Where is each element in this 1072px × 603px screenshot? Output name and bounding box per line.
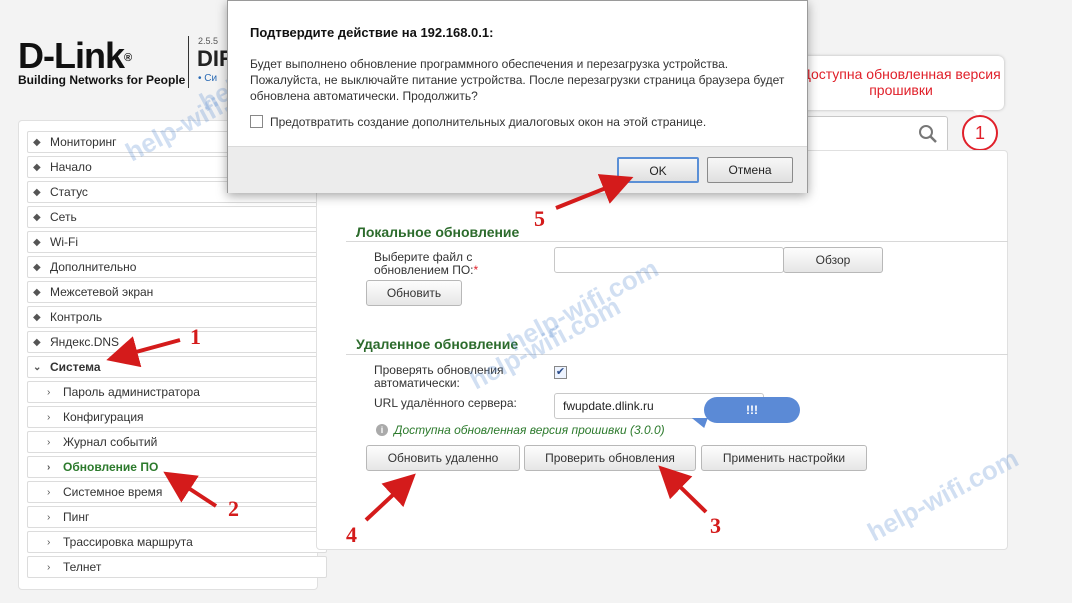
arrow-step-5 (555, 174, 634, 210)
step-4-label: 4 (346, 522, 357, 547)
arrow-step-4 (364, 473, 416, 522)
step-2-label: 2 (228, 496, 239, 521)
arrow-step-1 (106, 336, 181, 368)
arrow-step-3 (658, 465, 708, 514)
step-1-label: 1 (190, 324, 201, 349)
step-5-label: 5 (534, 206, 545, 231)
arrow-step-2 (163, 471, 218, 508)
annotation-arrows (106, 174, 708, 522)
step-3-label: 3 (710, 513, 721, 538)
